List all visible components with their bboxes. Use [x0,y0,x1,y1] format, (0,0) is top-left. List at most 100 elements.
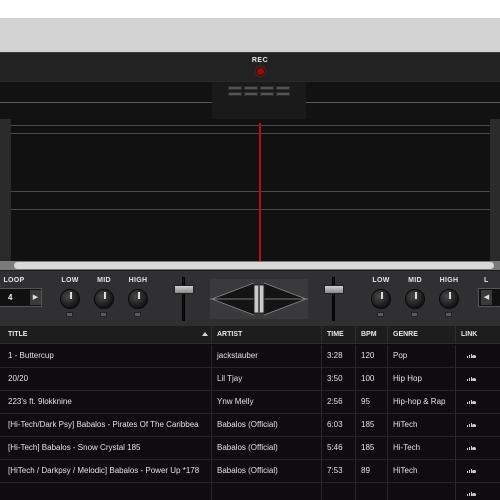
sync-button-1[interactable] [228,86,242,90]
sync-button-3[interactable] [260,86,274,90]
waveform-scrollbar[interactable] [0,261,500,270]
cell-link[interactable] [456,483,500,500]
eq-low-label-right: LOW [372,277,390,284]
cell-artist [212,483,322,500]
record-button[interactable] [256,67,265,76]
cell-genre: HiTech [388,414,456,437]
waveform-display[interactable] [0,119,500,261]
eq-high-knob-left[interactable] [128,289,148,309]
soundcloud-icon[interactable] [467,354,476,358]
scrollbar-thumb[interactable] [14,262,494,269]
column-title[interactable]: TITLE [3,326,212,344]
loop-next-button[interactable]: ▶ [30,290,41,305]
cell-link[interactable] [456,368,500,391]
cell-title: [Hi-Tech/Dark Psy] Babalos - Pirates Of … [3,414,212,437]
cell-link[interactable] [456,437,500,460]
cell-title [3,483,212,500]
cell-genre [388,483,456,500]
eq-mid-knob-left[interactable] [94,289,114,309]
table-row[interactable]: 1 - Buttercup jackstauber 3:28 120 Pop [0,345,500,368]
top-margin [0,0,500,18]
library-header: TITLE ARTIST TIME BPM GENRE LINK [0,326,500,344]
cell-artist: Ynw Melly [212,391,322,414]
cell-bpm: 100 [356,368,388,391]
eq-low-knob-right[interactable] [371,289,391,309]
cell-link[interactable] [456,391,500,414]
overview-line-right [306,102,500,103]
soundcloud-icon[interactable] [467,469,476,473]
eq-high-kill-left[interactable] [134,312,141,317]
track-library: TITLE ARTIST TIME BPM GENRE LINK 1 - But… [0,326,500,500]
table-row[interactable]: [HiTech / Darkpsy / Melodic] Babalos - P… [0,460,500,483]
cell-time [322,483,356,500]
sync-button-5[interactable] [228,92,242,96]
eq-mid-label-right: MID [408,277,422,284]
cell-time: 7:53 [322,460,356,483]
sync-button-2[interactable] [244,86,258,90]
deck-header: REC [0,52,500,81]
loop-prev-button-right[interactable]: ◀ [481,290,492,305]
cell-time: 6:03 [322,414,356,437]
cell-link[interactable] [456,345,500,368]
volume-fader-right[interactable] [324,285,344,294]
loop-size-control[interactable]: 4 ▶ [0,288,42,307]
soundcloud-icon[interactable] [467,446,476,450]
table-row[interactable] [0,483,500,500]
cell-artist: Babalos (Official) [212,414,322,437]
cell-bpm: 95 [356,391,388,414]
eq-low-kill-right[interactable] [377,312,384,317]
soundcloud-icon[interactable] [467,492,476,496]
soundcloud-icon[interactable] [467,423,476,427]
cell-link[interactable] [456,460,500,483]
soundcloud-icon[interactable] [467,400,476,404]
cell-bpm [356,483,388,500]
cell-title: 223's ft. 9lokknine [3,391,212,414]
sync-button-6[interactable] [244,92,258,96]
eq-low-kill-left[interactable] [66,312,73,317]
table-row[interactable]: 223's ft. 9lokknine Ynw Melly 2:56 95 Hip-ho… [0,391,500,414]
cell-bpm: 185 [356,437,388,460]
eq-high-knob-right[interactable] [439,289,459,309]
column-link[interactable]: LINK [456,326,500,344]
eq-mid-knob-right[interactable] [405,289,425,309]
waveform-gridline [11,133,490,134]
playhead-marker [259,123,261,261]
column-time[interactable]: TIME [322,326,356,344]
cell-genre: Hip Hop [388,368,456,391]
table-row[interactable]: [Hi-Tech] Babalos - Snow Crystal 185 Baba… [0,437,500,460]
cell-artist: Babalos (Official) [212,437,322,460]
cell-link[interactable] [456,414,500,437]
sort-ascending-icon[interactable] [202,332,208,336]
cell-genre: Pop [388,345,456,368]
table-row[interactable]: [Hi-Tech/Dark Psy] Babalos - Pirates Of … [0,414,500,437]
soundcloud-icon[interactable] [467,377,476,381]
eq-low-knob-left[interactable] [60,289,80,309]
eq-mid-kill-right[interactable] [411,312,418,317]
eq-high-label-left: HIGH [128,277,148,284]
cell-bpm: 89 [356,460,388,483]
eq-high-kill-right[interactable] [445,312,452,317]
cell-bpm: 120 [356,345,388,368]
volume-fader-left[interactable] [174,285,194,294]
loop-label: LOOP [3,277,25,284]
waveform-gridline [11,191,490,192]
sync-button-7[interactable] [260,92,274,96]
cell-title: [Hi-Tech] Babalos - Snow Crystal 185 [3,437,212,460]
sync-button-8[interactable] [276,92,290,96]
column-genre[interactable]: GENRE [388,326,456,344]
sync-button-4[interactable] [276,86,290,90]
cell-title: 20/20 [3,368,212,391]
volume-fader-track-right [332,277,335,321]
crossfader[interactable] [210,279,308,319]
cell-title: [HiTech / Darkpsy / Melodic] Babalos - P… [3,460,212,483]
column-artist[interactable]: ARTIST [212,326,322,344]
eq-mid-kill-left[interactable] [100,312,107,317]
loop-size-control-right[interactable]: ◀ [478,288,500,307]
volume-fader-track-left [182,277,185,321]
waveform-right-edge [490,119,500,261]
column-bpm[interactable]: BPM [356,326,388,344]
loop-size-value: 4 [8,293,13,302]
eq-mid-label-left: MID [97,277,111,284]
rec-label: REC [251,57,269,64]
table-row[interactable]: 20/20 Lil Tjay 3:50 100 Hip Hop [0,368,500,391]
